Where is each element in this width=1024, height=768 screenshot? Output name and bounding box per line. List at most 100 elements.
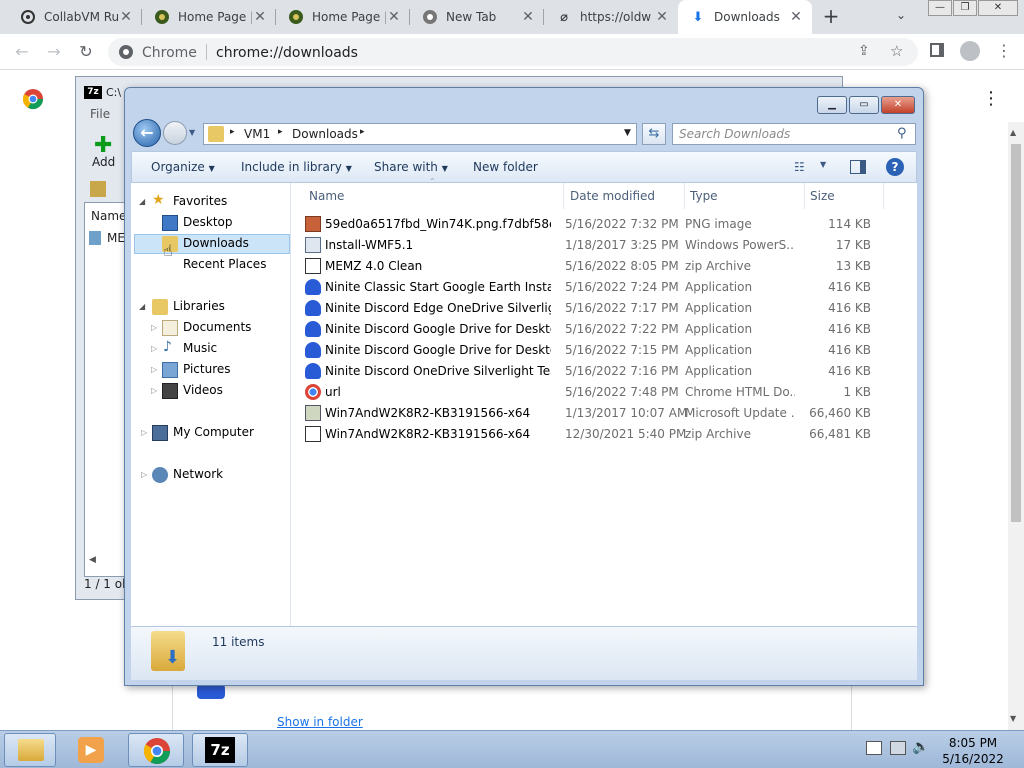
tab-oldweb[interactable]: ⌀ https://oldw ✕	[544, 0, 678, 34]
taskbar-chrome-button[interactable]	[128, 733, 184, 767]
nav-favorites[interactable]: Favorites	[173, 194, 227, 208]
minimize-button[interactable]: ▁	[817, 96, 847, 114]
nav-libraries[interactable]: Libraries	[173, 299, 225, 313]
close-tab-icon[interactable]: ✕	[520, 9, 536, 25]
refresh-icon[interactable]: ⇆	[642, 123, 666, 145]
view-dropdown-icon[interactable]: ▼	[820, 160, 826, 169]
close-button[interactable]: ✕	[881, 96, 915, 114]
menu-file[interactable]: File	[90, 107, 110, 121]
file-row[interactable]: Ninite Discord Google Drive for Desktop …	[285, 340, 885, 361]
help-icon[interactable]: ?	[886, 158, 904, 176]
nav-desktop[interactable]: Desktop	[183, 215, 233, 229]
share-with-button[interactable]: Share with ▼	[374, 160, 448, 174]
nav-videos[interactable]: Videos	[183, 383, 223, 397]
recent-pages-chevron-icon[interactable]: ▼	[189, 128, 195, 137]
back-arrow-icon[interactable]: ←	[12, 42, 32, 62]
file-row[interactable]: Install-WMF5.1 1/18/2017 3:25 PM Windows P…	[285, 235, 885, 256]
preview-pane-icon[interactable]	[850, 160, 866, 174]
url-text[interactable]: chrome://downloads	[216, 45, 358, 61]
side-panel-icon[interactable]	[930, 43, 944, 57]
collapse-arrow-icon[interactable]: ▷	[151, 365, 157, 374]
organize-button[interactable]: Organize ▼	[151, 160, 215, 174]
reload-icon[interactable]: ↻	[76, 42, 96, 62]
file-row[interactable]: MEMZ 4.0 Clean 5/16/2022 8:05 PM zip Archi…	[285, 256, 885, 277]
collapse-arrow-icon[interactable]: ▷	[151, 386, 157, 395]
forward-arrow-icon[interactable]: →	[44, 42, 64, 62]
collapse-arrow-icon[interactable]: ▷	[141, 470, 147, 479]
media-player-icon[interactable]: ▶	[78, 737, 104, 763]
expand-arrow-icon[interactable]: ◢	[139, 302, 145, 311]
explorer-address-bar[interactable]: ▸ VM1 ▸ Downloads ▸ ▼	[203, 123, 637, 145]
file-row[interactable]: url 5/16/2022 7:48 PM Chrome HTML Do... 1 K…	[285, 382, 885, 403]
column-divider[interactable]	[883, 183, 884, 209]
scroll-up-arrow-icon[interactable]: ▲	[1010, 128, 1016, 137]
collapse-arrow-icon[interactable]: ▷	[151, 344, 157, 353]
column-divider[interactable]	[563, 183, 564, 209]
file-row[interactable]: Win7AndW2K8R2-KB3191566-x64 1/13/2017 10:…	[285, 403, 885, 424]
file-row[interactable]: Win7AndW2K8R2-KB3191566-x64 12/30/2021 5:…	[285, 424, 885, 445]
restore-button[interactable]: ❐	[953, 0, 977, 16]
nav-pictures[interactable]: Pictures	[183, 362, 231, 376]
address-dropdown-icon[interactable]: ▼	[624, 128, 631, 138]
column-type[interactable]: Type	[690, 189, 718, 203]
address-bar[interactable]: Chrome chrome://downloads ⇪ ☆	[108, 38, 918, 66]
scroll-left-arrow-icon[interactable]: ◀	[89, 555, 96, 565]
search-icon[interactable]: ⚲	[897, 126, 907, 141]
new-tab-button[interactable]: +	[818, 4, 844, 30]
taskbar-sevenzip-button[interactable]: 7z	[192, 733, 248, 767]
folder-up-icon[interactable]	[90, 181, 106, 197]
forward-button[interactable]	[163, 121, 187, 145]
nav-documents[interactable]: Documents	[183, 320, 251, 334]
bookmark-star-icon[interactable]: ☆	[890, 42, 903, 60]
add-button[interactable]: Add	[92, 155, 115, 169]
breadcrumb-vm1[interactable]: VM1	[244, 127, 270, 141]
column-date-modified[interactable]: Date modified	[570, 189, 655, 203]
tab-downloads[interactable]: ⬇ Downloads ✕	[678, 0, 812, 34]
tab-home-page-2[interactable]: Home Page | ✕	[276, 0, 410, 34]
tab-new-tab[interactable]: New Tab ✕	[410, 0, 544, 34]
chrome-menu-icon[interactable]: ⋮	[996, 41, 1012, 60]
minimize-button[interactable]: —	[928, 0, 952, 16]
collapse-arrow-icon[interactable]: ▷	[141, 428, 147, 437]
nav-network[interactable]: Network	[173, 467, 223, 481]
column-name[interactable]: Name	[309, 189, 344, 203]
new-folder-button[interactable]: New folder	[473, 160, 538, 174]
volume-icon[interactable]: 🔈	[912, 739, 929, 755]
scroll-down-arrow-icon[interactable]: ▼	[1010, 714, 1016, 723]
breadcrumb-downloads[interactable]: Downloads	[292, 127, 358, 141]
file-row[interactable]: 59ed0a6517fbd_Win74K.png.f7dbf58ecb8... 5…	[285, 214, 885, 235]
breadcrumb-chevron-icon[interactable]: ▸	[230, 127, 235, 137]
page-scrollbar-thumb[interactable]	[1011, 144, 1021, 522]
close-tab-icon[interactable]: ✕	[252, 9, 268, 25]
nav-recent-places[interactable]: Recent Places	[183, 257, 266, 271]
column-divider[interactable]	[804, 183, 805, 209]
share-icon[interactable]: ⇪	[858, 43, 870, 59]
file-row[interactable]: Ninite Discord Google Drive for Desktop …	[285, 319, 885, 340]
show-in-folder-link[interactable]: Show in folder	[277, 715, 363, 729]
close-window-button[interactable]: ✕	[978, 0, 1018, 16]
column-size[interactable]: Size	[810, 189, 835, 203]
back-button[interactable]: ←	[133, 119, 161, 147]
collapse-arrow-icon[interactable]: ▷	[151, 323, 157, 332]
nav-my-computer[interactable]: My Computer	[173, 425, 254, 439]
maximize-button[interactable]: ▭	[849, 96, 879, 114]
taskbar-clock[interactable]: 8:05 PM 5/16/2022	[930, 735, 1016, 767]
change-view-icon[interactable]: ☷	[794, 160, 805, 174]
breadcrumb-chevron-icon[interactable]: ▸	[278, 127, 283, 137]
page-menu-icon[interactable]: ⋮	[982, 88, 1000, 109]
tab-search-icon[interactable]: ⌄	[896, 8, 906, 22]
close-tab-icon[interactable]: ✕	[788, 9, 804, 25]
file-row[interactable]: Ninite Discord Edge OneDrive Silverlight…	[285, 298, 885, 319]
close-tab-icon[interactable]: ✕	[654, 9, 670, 25]
nav-downloads[interactable]: Downloads	[183, 236, 249, 250]
column-divider[interactable]	[684, 183, 685, 209]
file-row[interactable]: Ninite Discord OneDrive Silverlight Team…	[285, 361, 885, 382]
file-row[interactable]: Ninite Classic Start Google Earth Instal…	[285, 277, 885, 298]
action-center-flag-icon[interactable]	[866, 741, 882, 755]
network-tray-icon[interactable]	[890, 741, 906, 755]
column-name[interactable]: Name	[91, 209, 126, 223]
search-box[interactable]: Search Downloads ⚲	[672, 123, 916, 145]
close-tab-icon[interactable]: ✕	[118, 9, 134, 25]
taskbar-explorer-button[interactable]	[4, 733, 56, 767]
breadcrumb-chevron-icon[interactable]: ▸	[360, 127, 365, 137]
